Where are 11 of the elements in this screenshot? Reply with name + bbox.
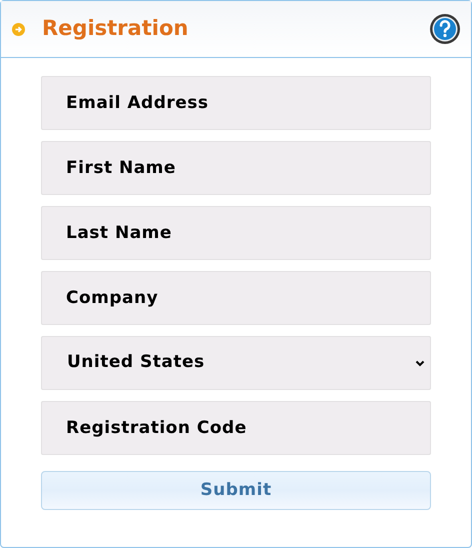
panel-title: Registration <box>42 15 188 42</box>
submit-button[interactable]: Submit <box>41 471 431 510</box>
input-field[interactable]: Email Address <box>41 76 431 130</box>
chevron-down-icon <box>415 360 425 366</box>
arrow-bullet-icon <box>12 22 25 36</box>
country-select[interactable]: United States <box>41 336 431 390</box>
input-field[interactable]: First Name <box>41 141 431 195</box>
input-field[interactable]: Registration Code <box>41 401 431 455</box>
input-field[interactable]: Company <box>41 271 431 325</box>
help-icon[interactable] <box>429 13 461 45</box>
input-field[interactable]: Last Name <box>41 206 431 260</box>
